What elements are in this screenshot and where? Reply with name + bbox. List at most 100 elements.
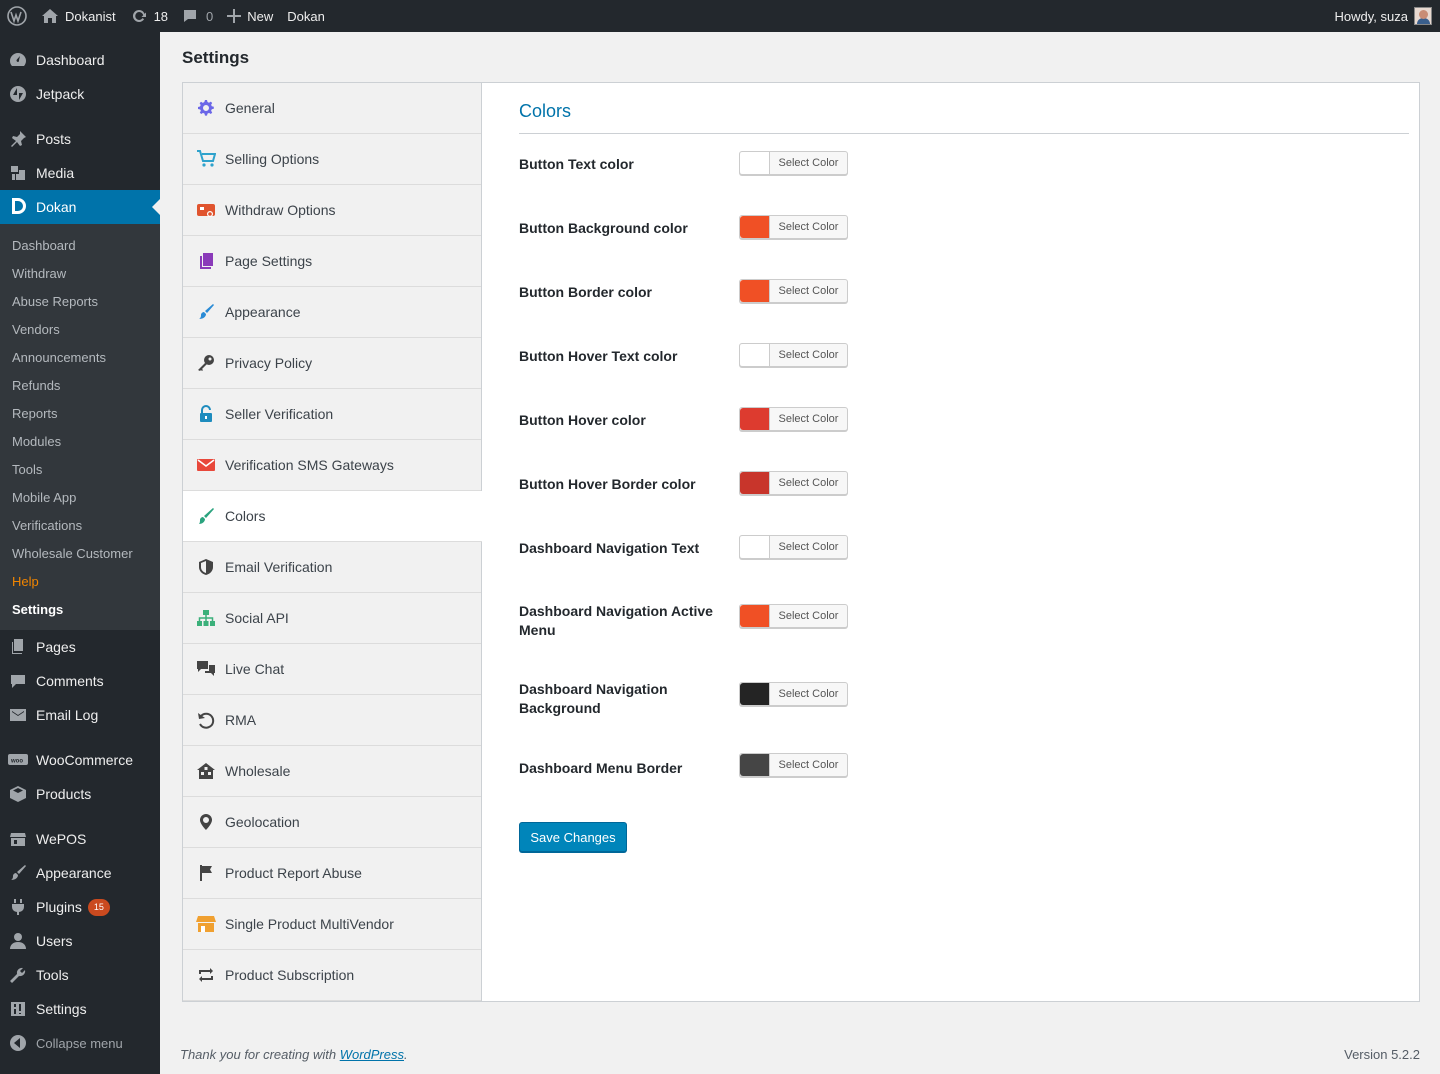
settings-icon xyxy=(8,999,28,1019)
submenu-refunds[interactable]: Refunds xyxy=(0,371,160,399)
color-picker-button[interactable]: Select Color xyxy=(739,604,848,628)
tab-seller-verification[interactable]: Seller Verification xyxy=(183,389,481,440)
plugin-icon xyxy=(8,897,28,917)
menu-settings[interactable]: Settings xyxy=(0,992,160,1026)
menu-products[interactable]: Products xyxy=(0,777,160,811)
pages-icon xyxy=(8,637,28,657)
tab-wholesale[interactable]: Wholesale xyxy=(183,746,481,797)
menu-email-log[interactable]: Email Log xyxy=(0,698,160,732)
comments-link[interactable]: 0 xyxy=(175,0,220,32)
menu-appearance[interactable]: Appearance xyxy=(0,856,160,890)
menu-dokan[interactable]: Dokan xyxy=(0,190,160,224)
menu-label: Media xyxy=(36,165,75,181)
tab-label: Product Report Abuse xyxy=(225,865,362,881)
color-picker-button[interactable]: Select Color xyxy=(739,215,848,239)
my-account-link[interactable]: Howdy, suza xyxy=(1328,0,1440,32)
tab-colors[interactable]: Colors xyxy=(183,491,482,542)
jetpack-icon xyxy=(8,84,28,104)
submenu-mobile-app[interactable]: Mobile App xyxy=(0,483,160,511)
submenu-withdraw[interactable]: Withdraw xyxy=(0,259,160,287)
submenu-vendors[interactable]: Vendors xyxy=(0,315,160,343)
color-swatch xyxy=(740,408,770,430)
brush-icon xyxy=(196,302,216,322)
pages-icon xyxy=(196,251,216,271)
tab-single-product-multivendor[interactable]: Single Product MultiVendor xyxy=(183,899,481,950)
submenu-help[interactable]: Help xyxy=(0,567,160,595)
color-picker-button[interactable]: Select Color xyxy=(739,343,848,367)
footer-thanks-suffix: . xyxy=(404,1047,408,1062)
wordpress-link[interactable]: WordPress xyxy=(340,1047,404,1062)
menu-jetpack[interactable]: Jetpack xyxy=(0,77,160,111)
menu-posts[interactable]: Posts xyxy=(0,122,160,156)
undo-icon xyxy=(196,710,216,730)
menu-pages[interactable]: Pages xyxy=(0,630,160,664)
tab-appearance[interactable]: Appearance xyxy=(183,287,481,338)
tab-live-chat[interactable]: Live Chat xyxy=(183,644,481,695)
user-icon xyxy=(8,931,28,951)
menu-label: Appearance xyxy=(36,865,112,881)
tab-geolocation[interactable]: Geolocation xyxy=(183,797,481,848)
tab-privacy-policy[interactable]: Privacy Policy xyxy=(183,338,481,389)
color-picker-button[interactable]: Select Color xyxy=(739,471,848,495)
select-color-label: Select Color xyxy=(778,477,839,489)
collapse-menu-button[interactable]: Collapse menu xyxy=(0,1026,160,1060)
submenu-abuse-reports[interactable]: Abuse Reports xyxy=(0,287,160,315)
wordpress-logo-icon[interactable] xyxy=(0,0,34,32)
submenu-modules[interactable]: Modules xyxy=(0,427,160,455)
tab-label: Withdraw Options xyxy=(225,202,336,218)
menu-media[interactable]: Media xyxy=(0,156,160,190)
tab-label: Single Product MultiVendor xyxy=(225,916,394,932)
page-title: Settings xyxy=(182,48,250,67)
menu-comments[interactable]: Comments xyxy=(0,664,160,698)
site-name-link[interactable]: Dokanist xyxy=(34,0,123,32)
tab-verification-sms-gateways[interactable]: Verification SMS Gateways xyxy=(183,440,481,491)
tab-selling-options[interactable]: Selling Options xyxy=(183,134,481,185)
menu-dashboard[interactable]: Dashboard xyxy=(0,43,160,77)
menu-label: Jetpack xyxy=(36,86,85,102)
submenu-verifications[interactable]: Verifications xyxy=(0,511,160,539)
comment-icon xyxy=(8,671,28,691)
tab-email-verification[interactable]: Email Verification xyxy=(183,542,481,593)
color-picker-button[interactable]: Select Color xyxy=(739,407,848,431)
submenu-reports[interactable]: Reports xyxy=(0,399,160,427)
color-picker-button[interactable]: Select Color xyxy=(739,151,848,175)
tab-rma[interactable]: RMA xyxy=(183,695,481,746)
submenu-settings[interactable]: Settings xyxy=(0,595,160,623)
field-label: Button Hover Border color xyxy=(519,476,696,492)
color-swatch xyxy=(740,280,770,302)
menu-tools[interactable]: Tools xyxy=(0,958,160,992)
field-label: Button Text color xyxy=(519,156,634,172)
tab-general[interactable]: General xyxy=(183,83,481,134)
menu-label: Comments xyxy=(36,673,104,689)
chat-icon xyxy=(196,659,216,679)
save-changes-button[interactable]: Save Changes xyxy=(519,822,627,852)
color-picker-button[interactable]: Select Color xyxy=(739,682,848,706)
email-icon xyxy=(8,705,28,725)
menu-woocommerce[interactable]: woo WooCommerce xyxy=(0,743,160,777)
tab-product-subscription[interactable]: Product Subscription xyxy=(183,950,481,1001)
plus-icon xyxy=(227,9,242,23)
color-picker-button[interactable]: Select Color xyxy=(739,753,848,777)
svg-text:woo: woo xyxy=(10,759,23,765)
shield-icon xyxy=(196,557,216,577)
tab-withdraw-options[interactable]: Withdraw Options xyxy=(183,185,481,236)
submenu-dashboard[interactable]: Dashboard xyxy=(0,231,160,259)
tab-social-api[interactable]: Social API xyxy=(183,593,481,644)
submenu-wholesale-customer[interactable]: Wholesale Customer xyxy=(0,539,160,567)
submenu-announcements[interactable]: Announcements xyxy=(0,343,160,371)
menu-users[interactable]: Users xyxy=(0,924,160,958)
submenu-tools[interactable]: Tools xyxy=(0,455,160,483)
wrench-icon xyxy=(8,965,28,985)
menu-plugins[interactable]: Plugins 15 xyxy=(0,890,160,924)
color-swatch xyxy=(740,536,770,558)
tab-page-settings[interactable]: Page Settings xyxy=(183,236,481,287)
color-picker-button[interactable]: Select Color xyxy=(739,279,848,303)
new-content-link[interactable]: New xyxy=(220,0,280,32)
tab-product-report-abuse[interactable]: Product Report Abuse xyxy=(183,848,481,899)
menu-label: Dashboard xyxy=(36,52,105,68)
color-picker-button[interactable]: Select Color xyxy=(739,535,848,559)
dokan-link[interactable]: Dokan xyxy=(280,0,332,32)
menu-label: Email Log xyxy=(36,707,99,723)
menu-wepos[interactable]: WePOS xyxy=(0,822,160,856)
updates-link[interactable]: 18 xyxy=(123,0,175,32)
